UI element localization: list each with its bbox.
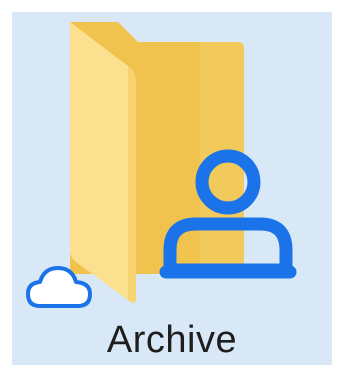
folder-name-label[interactable]: Archive bbox=[0, 318, 344, 362]
